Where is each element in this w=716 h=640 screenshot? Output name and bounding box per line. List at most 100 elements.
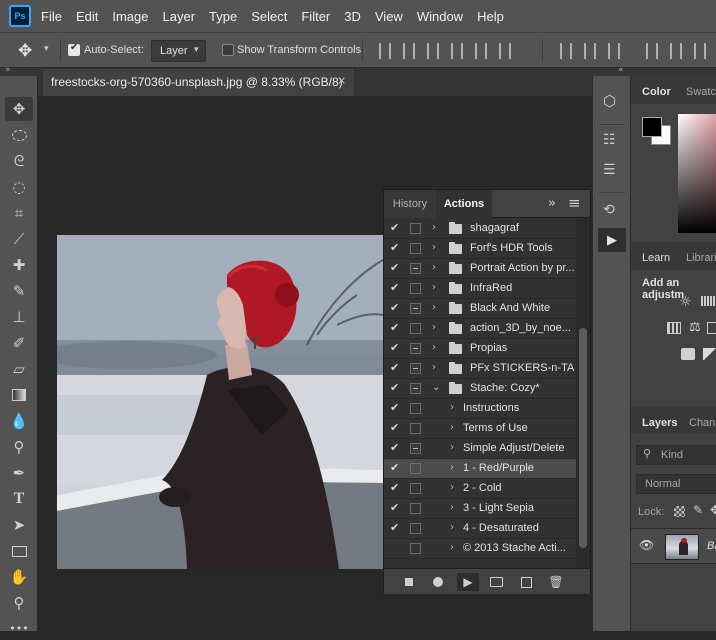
action-row[interactable]: ✔ › Terms of Use — [384, 419, 576, 439]
action-row[interactable]: ✔ › 4 - Desaturated — [384, 519, 576, 539]
menu-edit[interactable]: Edit — [76, 9, 98, 24]
blur-tool-icon[interactable]: 💧 — [5, 409, 33, 433]
auto-select-checkbox[interactable]: ✔ — [68, 42, 80, 56]
dialog-toggle-icon[interactable] — [410, 423, 421, 434]
scrollbar-thumb[interactable] — [579, 328, 587, 548]
quick-selection-tool-icon[interactable]: ◌ — [5, 175, 33, 199]
eraser-tool-icon[interactable]: ▱ — [5, 357, 33, 381]
tab-actions[interactable]: Actions — [436, 190, 492, 218]
toggle-item-checkbox[interactable]: ✔ — [390, 461, 399, 474]
tab-layers[interactable]: Layers — [642, 417, 677, 429]
action-set-row[interactable]: ✔ › Forf's HDR Tools — [384, 239, 576, 259]
menu-layer[interactable]: Layer — [163, 9, 196, 24]
expand-panel-icon[interactable]: » — [548, 196, 556, 211]
collapse-toolbar-icon[interactable]: » — [5, 65, 11, 75]
lock-brush-icon[interactable]: ✎ — [693, 503, 703, 517]
foreground-color-swatch[interactable] — [642, 117, 662, 137]
menu-help[interactable]: Help — [477, 9, 504, 24]
dialog-toggle-icon[interactable] — [410, 463, 421, 474]
dialog-toggle-icon[interactable] — [410, 283, 421, 294]
chevron-right-icon[interactable]: › — [450, 542, 454, 553]
pen-tool-icon[interactable]: ✒ — [5, 461, 33, 485]
chevron-right-icon[interactable]: › — [432, 342, 436, 353]
panel-menu-icon[interactable]: ≡ — [568, 194, 581, 212]
type-tool-icon[interactable]: T — [5, 487, 33, 511]
chevron-right-icon[interactable]: › — [432, 222, 436, 233]
action-set-row[interactable]: ✔ › PFx STICKERS-n-TA... — [384, 359, 576, 379]
toggle-item-checkbox[interactable]: ✔ — [390, 321, 399, 334]
move-tool-icon[interactable]: ✥ — [5, 97, 33, 121]
distribute-top-icon[interactable] — [560, 43, 572, 59]
tab-swatches[interactable]: Swatch — [686, 86, 716, 98]
toggle-item-checkbox[interactable]: ✔ — [390, 521, 399, 534]
gradient-map-icon[interactable] — [703, 348, 716, 360]
toggle-item-checkbox[interactable]: ✔ — [390, 301, 399, 314]
levels-icon[interactable] — [701, 296, 715, 306]
dialog-toggle-icon[interactable] — [410, 403, 421, 414]
action-set-row[interactable]: ✔ ⌄ Stache: Cozy* — [384, 379, 576, 399]
align-horizontal-center-icon[interactable] — [475, 43, 487, 59]
toggle-item-checkbox[interactable]: ✔ — [390, 221, 399, 234]
tab-learn[interactable]: Learn — [642, 252, 670, 264]
auto-select-target-dropdown[interactable]: Layer ▾ — [151, 40, 206, 62]
menu-filter[interactable]: Filter — [301, 9, 330, 24]
delete-icon[interactable]: 🗑 — [545, 573, 567, 591]
history-brush-tool-icon[interactable]: ✐ — [5, 331, 33, 355]
stop-icon[interactable] — [398, 573, 420, 591]
dialog-toggle-icon[interactable] — [410, 503, 421, 514]
clone-stamp-tool-icon[interactable]: ⊥ — [5, 305, 33, 329]
lock-transparency-icon[interactable] — [674, 506, 685, 517]
action-row[interactable]: › © 2013 Stache Acti... — [384, 539, 576, 559]
menu-file[interactable]: File — [41, 9, 62, 24]
history-icon[interactable]: ⟲ — [603, 202, 615, 218]
chevron-right-icon[interactable]: › — [450, 442, 454, 453]
tab-history[interactable]: History — [384, 190, 436, 218]
crop-tool-icon[interactable]: ⌗ — [5, 201, 33, 225]
document-tab[interactable]: freestocks-org-570360-unsplash.jpg @ 8.3… — [42, 68, 355, 96]
action-row[interactable]: ✔ › Instructions — [384, 399, 576, 419]
photoshop-logo[interactable]: Ps — [9, 5, 31, 27]
menu-3d[interactable]: 3D — [344, 9, 361, 24]
chevron-right-icon[interactable]: › — [450, 482, 454, 493]
close-icon[interactable]: × — [337, 74, 346, 87]
menu-window[interactable]: Window — [417, 9, 463, 24]
collapse-panels-icon[interactable]: « — [618, 65, 624, 75]
action-set-row[interactable]: ✔ › action_3D_by_noe... — [384, 319, 576, 339]
dialog-toggle-icon[interactable] — [410, 483, 421, 494]
dialog-toggle-icon[interactable] — [410, 443, 421, 454]
color-field[interactable] — [678, 114, 716, 233]
new-set-icon[interactable] — [485, 573, 507, 591]
dialog-toggle-icon[interactable] — [410, 223, 421, 234]
lock-move-icon[interactable]: ✥ — [710, 503, 716, 517]
chevron-right-icon[interactable]: › — [450, 522, 454, 533]
chevron-right-icon[interactable]: › — [450, 462, 454, 473]
channel-mixer-icon[interactable] — [707, 322, 716, 334]
align-bottom-icon[interactable] — [427, 43, 439, 59]
marquee-tool-icon[interactable] — [5, 123, 33, 147]
chevron-right-icon[interactable]: › — [432, 302, 436, 313]
menu-image[interactable]: Image — [112, 9, 148, 24]
dialog-toggle-icon[interactable] — [410, 323, 421, 334]
brightness-icon[interactable]: ☼ — [679, 294, 692, 310]
toggle-item-checkbox[interactable]: ✔ — [390, 381, 399, 394]
chevron-right-icon[interactable]: › — [450, 502, 454, 513]
toggle-item-checkbox[interactable]: ✔ — [390, 241, 399, 254]
dialog-toggle-icon[interactable] — [410, 383, 421, 394]
show-transform-checkbox[interactable] — [222, 44, 234, 56]
chevron-down-icon[interactable]: ▾ — [44, 44, 49, 54]
toggle-item-checkbox[interactable]: ✔ — [390, 401, 399, 414]
document-image[interactable] — [57, 235, 383, 569]
distribute-left-icon[interactable] — [646, 43, 658, 59]
menu-type[interactable]: Type — [209, 9, 237, 24]
toggle-item-checkbox[interactable]: ✔ — [390, 361, 399, 374]
tab-libraries[interactable]: Librari — [686, 252, 716, 264]
dialog-toggle-icon[interactable] — [410, 303, 421, 314]
rectangle-tool-icon[interactable] — [5, 539, 33, 563]
toggle-item-checkbox[interactable]: ✔ — [390, 261, 399, 274]
chevron-right-icon[interactable]: › — [450, 402, 454, 413]
tab-channels[interactable]: Chann — [689, 417, 716, 429]
3d-icon[interactable]: ⬡ — [603, 92, 616, 110]
balance-icon[interactable]: ⚖ — [689, 320, 701, 335]
play-icon[interactable]: ▶ — [457, 573, 479, 591]
chevron-right-icon[interactable]: › — [432, 362, 436, 373]
